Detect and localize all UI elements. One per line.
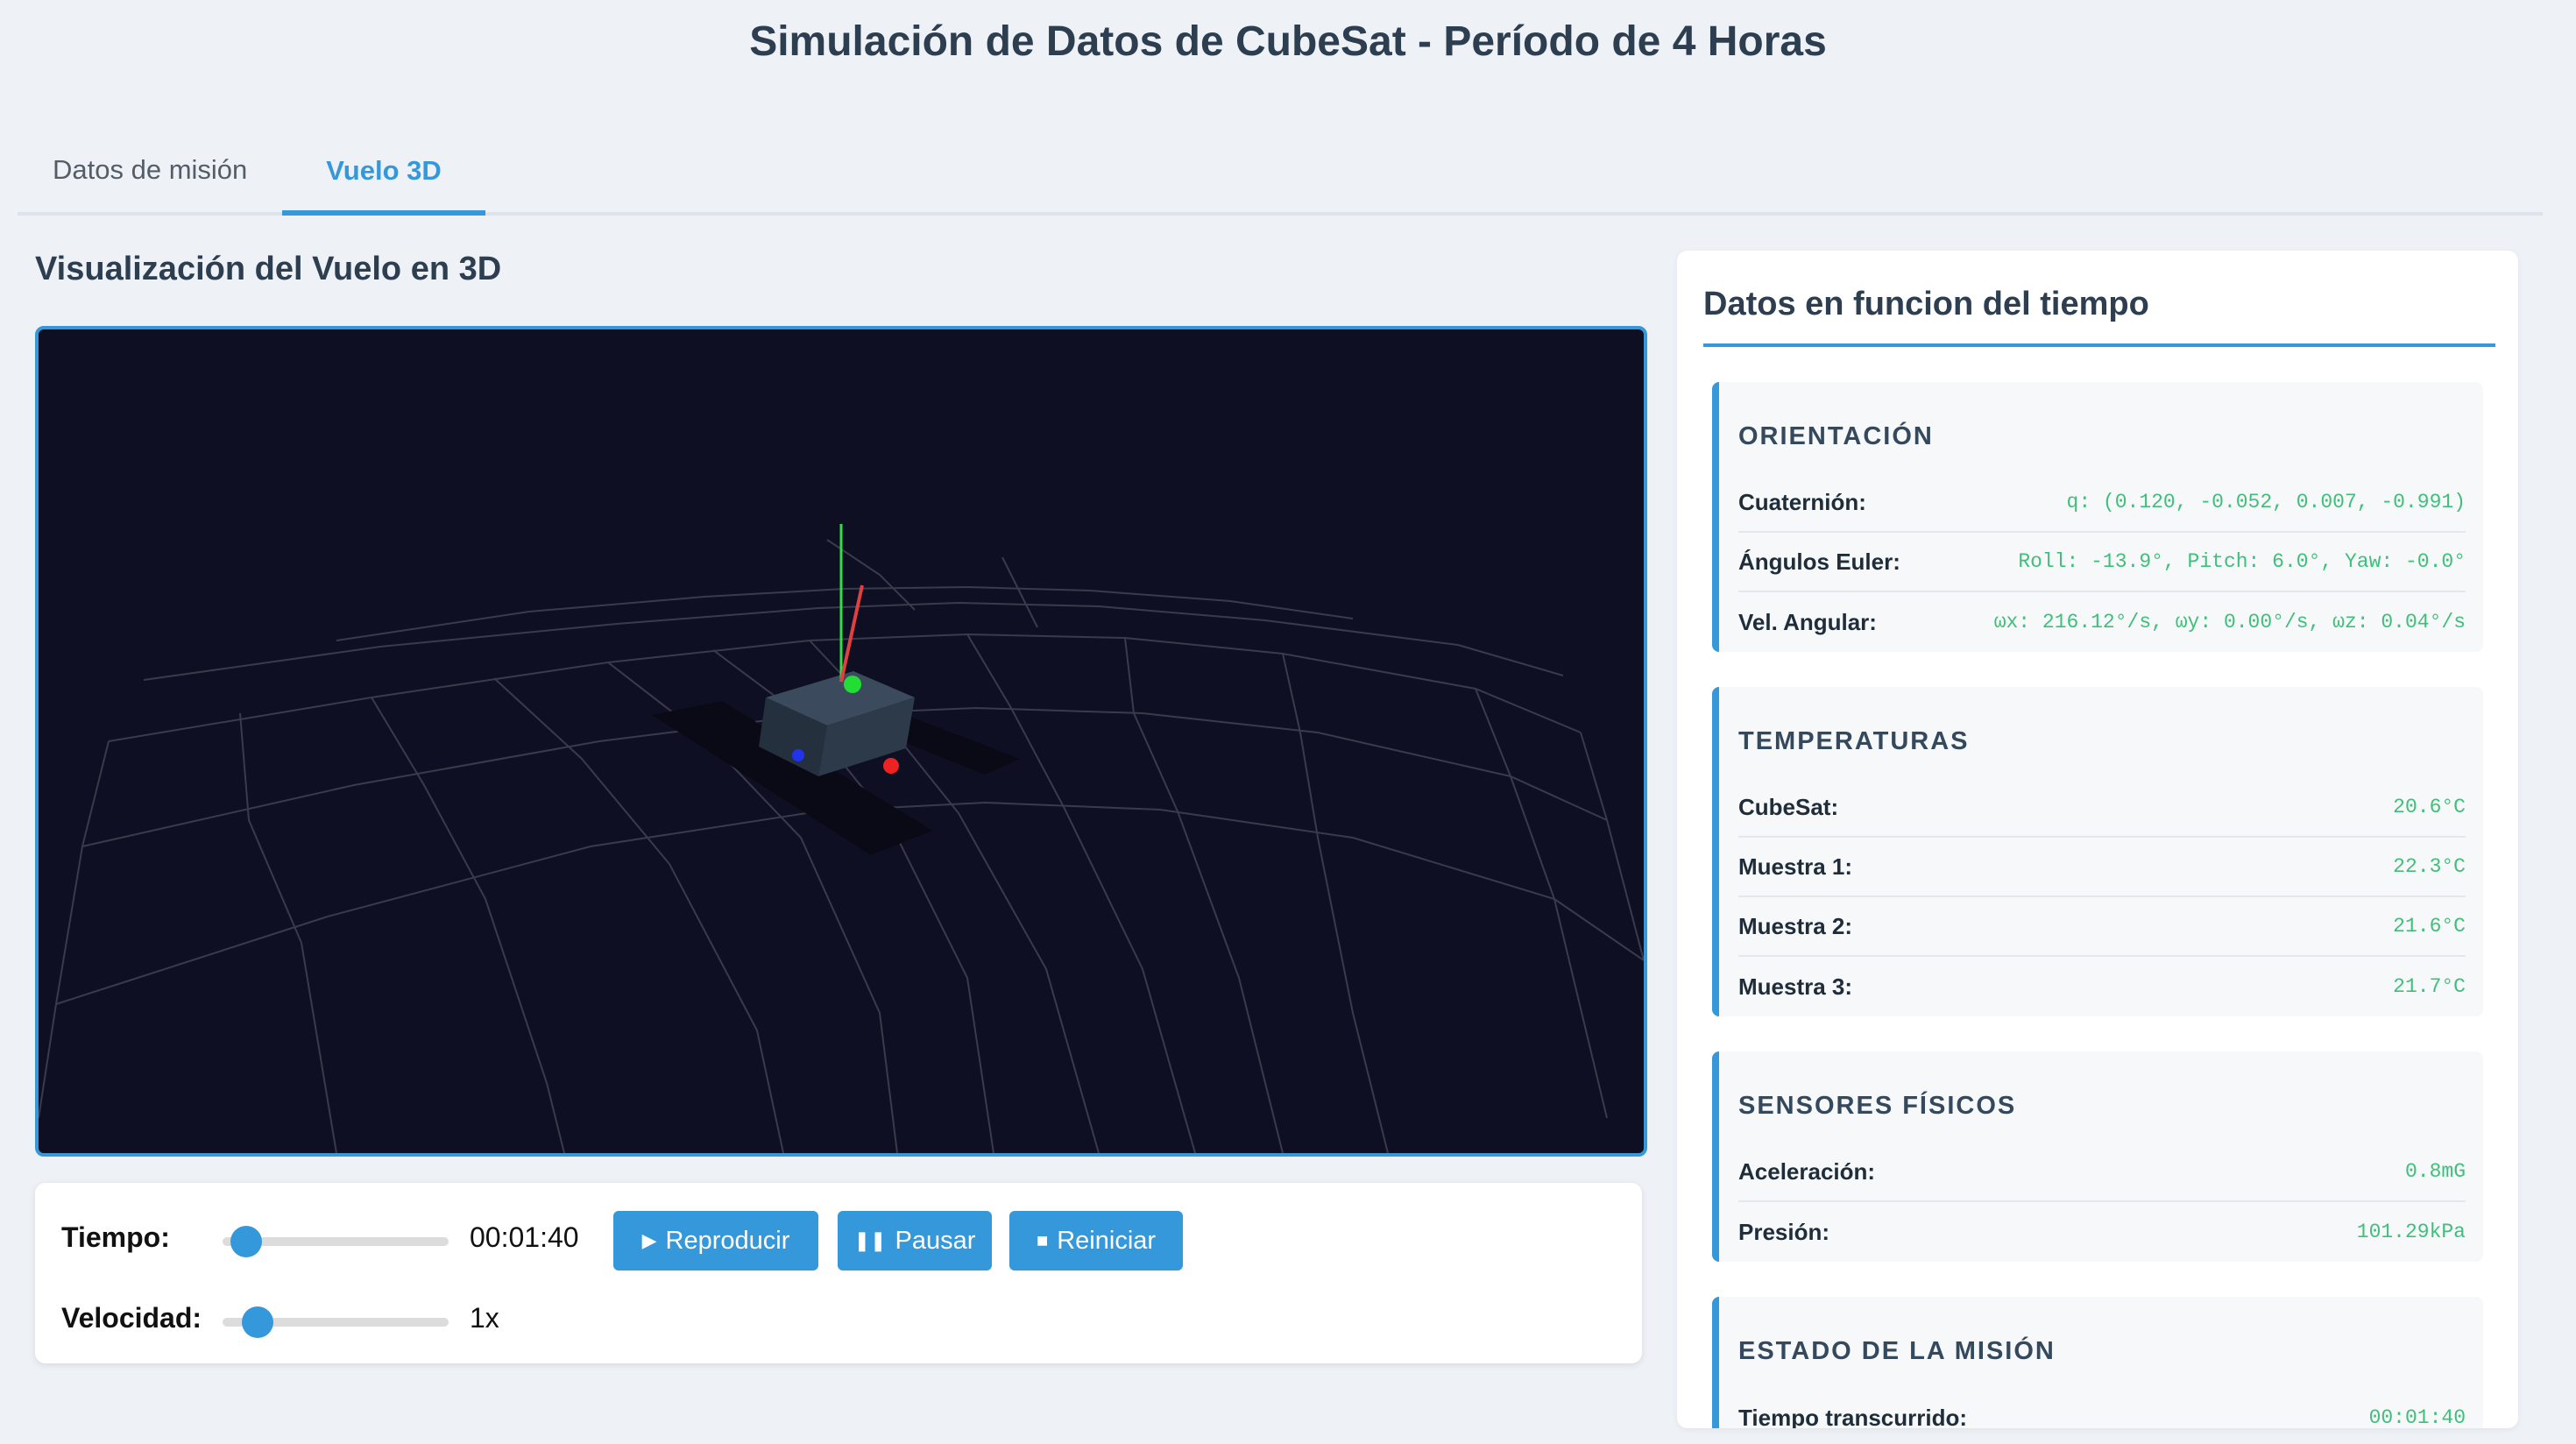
- section-title: Visualización del Vuelo en 3D: [35, 251, 502, 287]
- data-row: Cuaternión: q: (0.120, -0.052, 0.007, -0…: [1738, 473, 2466, 533]
- row-label: Muestra 1:: [1738, 853, 1853, 880]
- data-row: Aceleración: 0.8mG: [1738, 1143, 2466, 1202]
- stop-icon: ■: [1036, 1229, 1049, 1251]
- y-axis-marker: [844, 676, 861, 693]
- card-title: ESTADO DE LA MISIÓN: [1738, 1337, 2056, 1365]
- data-row: Muestra 2: 21.6°C: [1738, 897, 2466, 957]
- row-value: 22.3°C: [2393, 855, 2466, 878]
- side-panel-title: Datos en funcion del tiempo: [1703, 286, 2149, 322]
- data-row: Vel. Angular: ωx: 216.12°/s, ωy: 0.00°/s…: [1738, 592, 2466, 652]
- data-row: CubeSat: 20.6°C: [1738, 778, 2466, 838]
- pause-button[interactable]: ❚❚ Pausar: [838, 1211, 992, 1271]
- row-label: Muestra 2:: [1738, 912, 1853, 939]
- card-title: SENSORES FÍSICOS: [1738, 1092, 2017, 1120]
- row-label: CubeSat:: [1738, 793, 1839, 820]
- tab-bar: Datos de misión Vuelo 3D: [18, 131, 2543, 216]
- play-button-label: Reproducir: [665, 1226, 790, 1255]
- data-row: Muestra 1: 22.3°C: [1738, 838, 2466, 897]
- mission-status-card: ESTADO DE LA MISIÓN Tiempo transcurrido:…: [1712, 1297, 2483, 1428]
- card-title: TEMPERATURAS: [1738, 727, 1970, 755]
- page-title: Simulación de Datos de CubeSat - Período…: [749, 18, 1827, 65]
- tab-flight-3d[interactable]: Vuelo 3D: [282, 131, 485, 216]
- row-label: Ángulos Euler:: [1738, 548, 1900, 575]
- 3d-scene: [39, 524, 1644, 1153]
- play-icon: ▶: [641, 1229, 657, 1251]
- time-label: Tiempo:: [61, 1221, 170, 1253]
- row-label: Presión:: [1738, 1218, 1830, 1245]
- row-label: Muestra 3:: [1738, 973, 1853, 1000]
- play-button[interactable]: ▶ Reproducir: [613, 1211, 818, 1271]
- row-value: Roll: -13.9°, Pitch: 6.0°, Yaw: -0.0°: [2018, 550, 2466, 573]
- row-value: ωx: 216.12°/s, ωy: 0.00°/s, ωz: 0.04°/s: [1993, 611, 2466, 634]
- row-value: q: (0.120, -0.052, 0.007, -0.991): [2066, 491, 2466, 513]
- physical-sensors-card: SENSORES FÍSICOS Aceleración: 0.8mG Pres…: [1712, 1051, 2483, 1262]
- 3d-viewport[interactable]: [35, 326, 1647, 1157]
- side-panel-divider: [1703, 343, 2495, 347]
- time-slider[interactable]: [223, 1226, 449, 1257]
- time-value: 00:01:40: [470, 1221, 579, 1253]
- x-axis-line: [839, 584, 864, 683]
- row-value: 00:01:40: [2368, 1406, 2466, 1428]
- orientation-card: ORIENTACIÓN Cuaternión: q: (0.120, -0.05…: [1712, 382, 2483, 652]
- reset-button[interactable]: ■ Reiniciar: [1009, 1211, 1183, 1271]
- row-label: Vel. Angular:: [1738, 608, 1877, 635]
- row-label: Cuaternión:: [1738, 488, 1866, 515]
- z-axis-marker: [792, 749, 804, 761]
- row-label: Tiempo transcurrido:: [1738, 1404, 1968, 1429]
- row-value: 21.6°C: [2393, 915, 2466, 938]
- speed-slider[interactable]: [223, 1306, 449, 1338]
- data-row: Ángulos Euler: Roll: -13.9°, Pitch: 6.0°…: [1738, 533, 2466, 592]
- pause-button-label: Pausar: [895, 1226, 976, 1255]
- playback-controls: Tiempo: 00:01:40 ▶ Reproducir ❚❚ Pausar …: [35, 1183, 1642, 1363]
- pause-icon: ❚❚: [853, 1229, 887, 1251]
- row-value: 20.6°C: [2393, 796, 2466, 818]
- tab-mission-data[interactable]: Datos de misión: [18, 128, 282, 212]
- row-value: 0.8mG: [2404, 1160, 2466, 1183]
- speed-slider-thumb[interactable]: [242, 1306, 274, 1338]
- data-row: Muestra 3: 21.7°C: [1738, 957, 2466, 1016]
- data-row: Tiempo transcurrido: 00:01:40: [1738, 1388, 2466, 1429]
- data-row: Presión: 101.29kPa: [1738, 1202, 2466, 1262]
- temperatures-card: TEMPERATURAS CubeSat: 20.6°C Muestra 1: …: [1712, 687, 2483, 1016]
- x-axis-marker: [883, 758, 899, 774]
- time-slider-thumb[interactable]: [230, 1226, 262, 1257]
- speed-label: Velocidad:: [61, 1302, 202, 1334]
- page-header: Simulación de Datos de CubeSat - Período…: [0, 0, 2576, 98]
- row-value: 21.7°C: [2393, 975, 2466, 998]
- speed-value: 1x: [470, 1302, 499, 1334]
- row-value: 101.29kPa: [2356, 1221, 2466, 1243]
- card-title: ORIENTACIÓN: [1738, 422, 1934, 450]
- time-data-panel: Datos en funcion del tiempo ORIENTACIÓN …: [1677, 251, 2518, 1428]
- reset-button-label: Reiniciar: [1057, 1226, 1157, 1255]
- row-label: Aceleración:: [1738, 1157, 1876, 1185]
